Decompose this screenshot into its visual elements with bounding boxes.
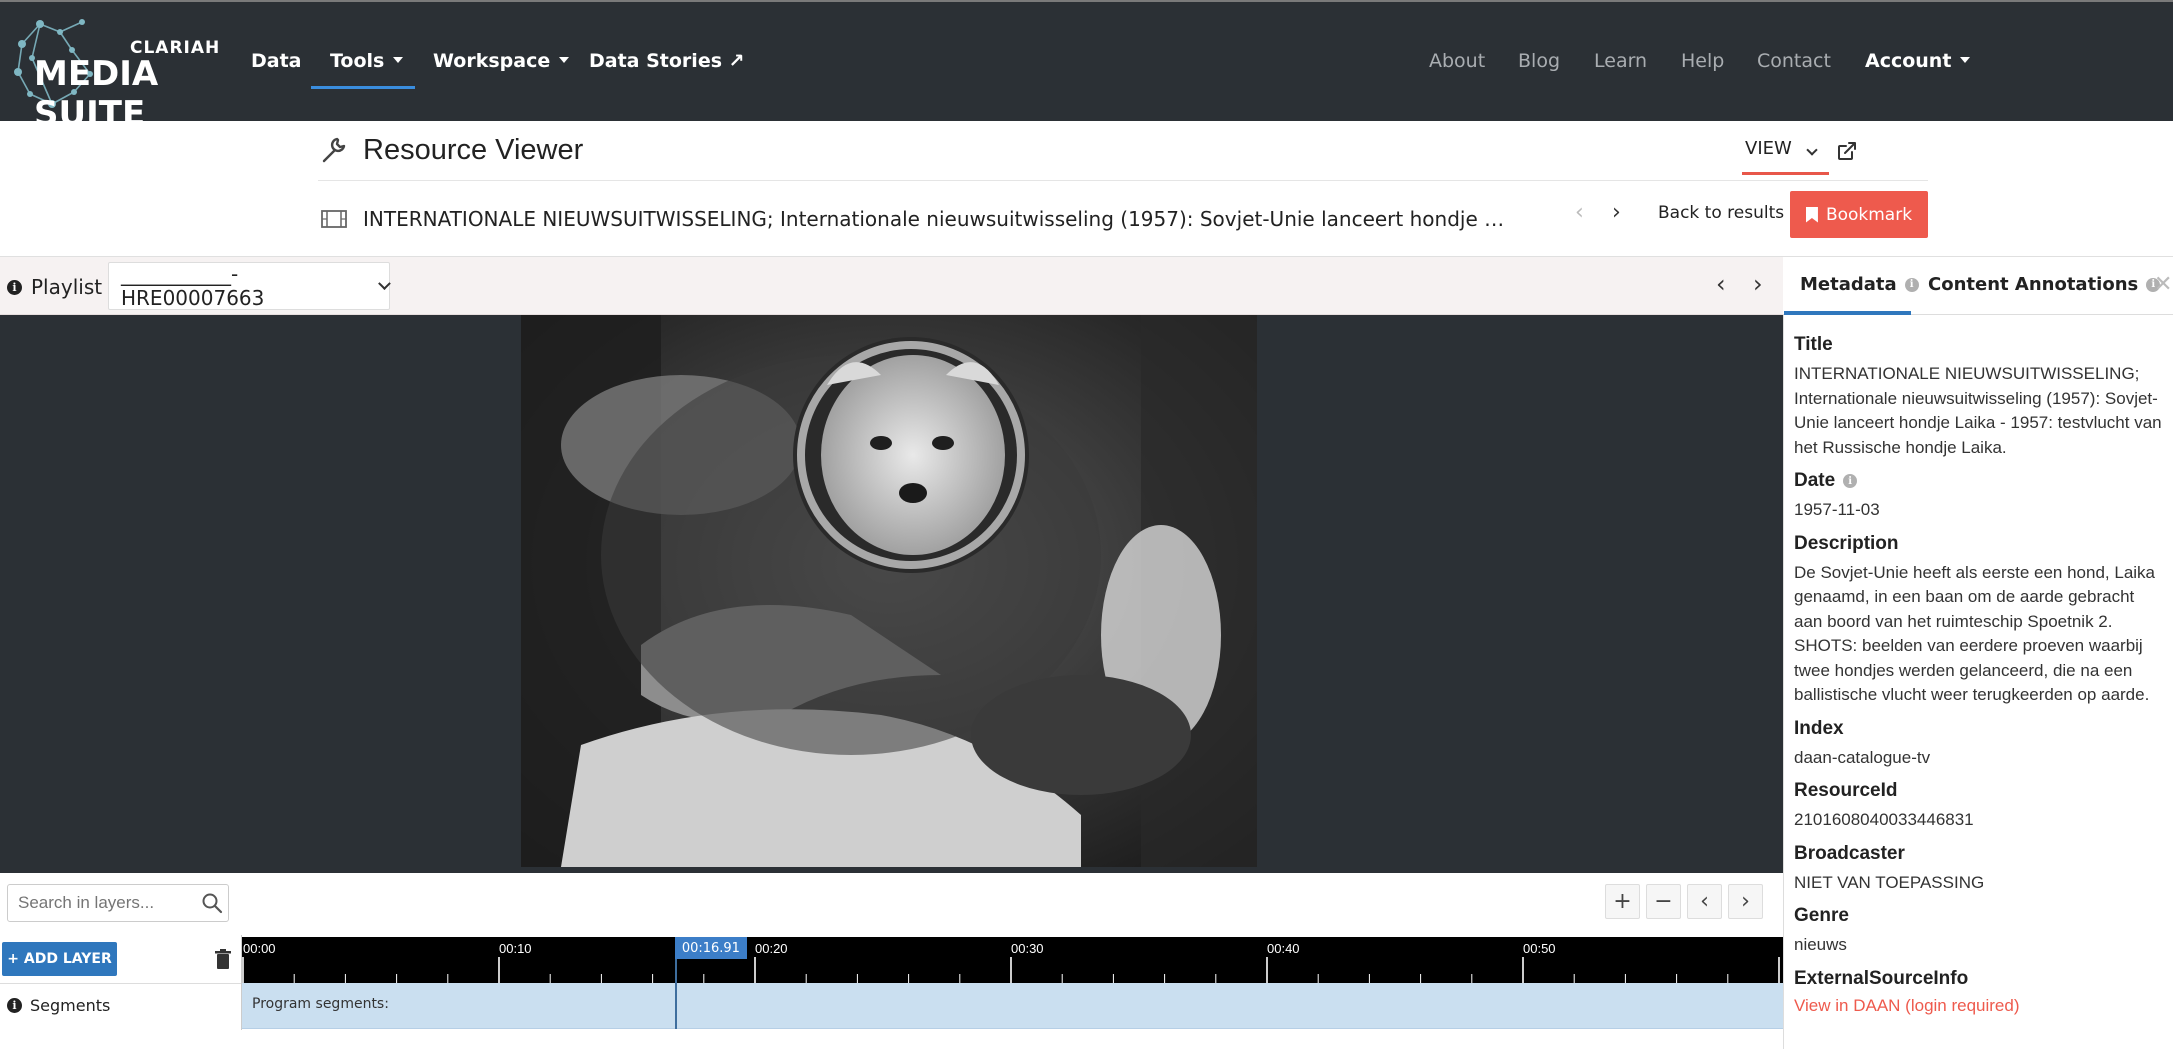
meta-description-label: Description — [1794, 532, 1899, 554]
timeline-scroll-right-button[interactable]: › — [1728, 884, 1763, 919]
view-in-daan-link[interactable]: View in DAAN (login required) — [1794, 996, 2166, 1016]
segment-label: Program segments: — [252, 996, 389, 1012]
back-to-results-link[interactable]: Back to results — [1658, 203, 1784, 223]
nav-workspace-label: Workspace — [433, 50, 551, 72]
chevron-down-icon — [378, 277, 391, 290]
layer-segments[interactable]: i Segments — [7, 996, 110, 1015]
tab-content-annotations[interactable]: Content Annotations i — [1928, 274, 2161, 295]
ruler-tick-label: 00:10 — [499, 941, 532, 956]
meta-external-label: ExternalSourceInfo — [1794, 967, 1969, 989]
playlist-label: i Playlist — [7, 275, 102, 299]
tab-metadata[interactable]: Metadata i — [1800, 274, 1919, 295]
close-icon[interactable]: ✕ — [2154, 272, 2172, 297]
meta-date-value: 1957-11-03 — [1794, 500, 1880, 519]
meta-title-label: Title — [1794, 334, 1833, 355]
caret-down-icon — [559, 57, 570, 63]
timeline-footer — [0, 1030, 1783, 1049]
external-link-icon[interactable] — [1836, 140, 1858, 162]
nav-contact[interactable]: Contact — [1757, 50, 1831, 72]
info-icon[interactable]: i — [7, 998, 22, 1013]
page-title: Resource Viewer — [363, 134, 584, 166]
playlist-label-text: Playlist — [31, 275, 103, 299]
wrench-icon — [322, 137, 346, 163]
search-layers-input[interactable] — [7, 884, 229, 922]
ruler-tick-label: 00:50 — [1523, 941, 1556, 956]
meta-title-value: INTERNATIONALE NIEUWSUITWISSELING; Inter… — [1794, 364, 2162, 457]
ruler-tick-label: 00:20 — [755, 941, 788, 956]
active-tab-indicator — [1784, 311, 1911, 315]
nav-account[interactable]: Account — [1865, 50, 1971, 72]
meta-genre-label: Genre — [1794, 905, 1849, 926]
zoom-in-button[interactable]: + — [1605, 884, 1640, 919]
playhead-time: 00:16.91 — [674, 937, 747, 959]
playlist-selected-value: ___________-HRE00007663 — [121, 262, 265, 310]
info-icon[interactable]: i — [7, 279, 22, 295]
nav-help[interactable]: Help — [1681, 50, 1724, 72]
timeline-scroll-left-button[interactable]: ‹ — [1687, 884, 1722, 919]
meta-genre-value: nieuws — [1794, 935, 1847, 954]
chevron-down-icon — [1805, 144, 1818, 156]
meta-description-value: De Sovjet-Unie heeft als eerste een hond… — [1794, 562, 2156, 705]
info-icon[interactable]: i — [1843, 474, 1858, 488]
trash-icon[interactable] — [214, 948, 232, 970]
search-icon[interactable] — [200, 891, 224, 915]
bookmark-label: Bookmark — [1825, 204, 1913, 225]
nav-about[interactable]: About — [1429, 50, 1485, 72]
playlist-select[interactable]: ___________-HRE00007663 — [108, 262, 391, 310]
ruler-tick-label: 00:30 — [1011, 941, 1044, 956]
nav-account-label: Account — [1865, 50, 1952, 72]
video-still-image — [521, 315, 1257, 867]
top-navbar — [0, 0, 2173, 121]
playlist-prev-icon[interactable]: ‹ — [1716, 270, 1726, 298]
chevron-right-icon: › — [1741, 889, 1750, 914]
meta-index-label: Index — [1794, 717, 1844, 739]
segments-track[interactable] — [242, 983, 1783, 1029]
nav-workspace[interactable]: Workspace — [433, 50, 570, 72]
meta-date-label: Date i — [1794, 470, 2166, 492]
tab-content-annotations-label: Content Annotations — [1928, 274, 2139, 295]
meta-index-value: daan-catalogue-tv — [1794, 747, 1931, 767]
view-dropdown-underline — [1742, 172, 1829, 175]
layer-divider — [0, 983, 242, 984]
video-frame[interactable] — [521, 315, 1257, 867]
info-icon[interactable]: i — [1904, 277, 1919, 292]
view-dropdown[interactable]: VIEW — [1745, 138, 1818, 159]
playlist-next-icon[interactable]: › — [1753, 270, 1763, 298]
metadata-list: Title INTERNATIONALE NIEUWSUITWISSELING;… — [1794, 324, 2166, 1016]
view-label: VIEW — [1745, 138, 1792, 159]
bookmark-icon — [1805, 206, 1818, 223]
ruler-tick-label: 00:40 — [1267, 941, 1300, 956]
add-layer-button[interactable]: + ADD LAYER — [2, 942, 117, 976]
meta-broadcaster-label: Broadcaster — [1794, 842, 1905, 864]
header-divider — [318, 180, 1928, 181]
timeline-controls — [0, 873, 1783, 935]
ruler-tick-label: 00:00 — [243, 941, 276, 956]
layer-segments-label: Segments — [30, 996, 111, 1015]
minus-icon: − — [1654, 889, 1673, 914]
chevron-left-icon: ‹ — [1700, 889, 1709, 914]
nav-data-stories[interactable]: Data Stories ↗ — [589, 50, 745, 72]
meta-date-label-text: Date — [1794, 470, 1836, 491]
next-result-icon[interactable]: › — [1612, 200, 1621, 225]
caret-down-icon — [393, 57, 404, 63]
nav-blog[interactable]: Blog — [1518, 50, 1560, 72]
meta-broadcaster-value: NIET VAN TOEPASSING — [1794, 872, 1985, 892]
film-icon — [321, 210, 347, 228]
nav-tools-label: Tools — [330, 50, 385, 72]
caret-down-icon — [1960, 57, 1971, 63]
zoom-out-button[interactable]: − — [1646, 884, 1681, 919]
tab-metadata-label: Metadata — [1800, 274, 1897, 295]
resource-title: INTERNATIONALE NIEUWSUITWISSELING; Inter… — [363, 207, 1513, 231]
meta-resourceid-label: ResourceId — [1794, 780, 1898, 801]
nav-tools[interactable]: Tools — [330, 50, 404, 72]
meta-resourceid-value: 2101608040033446831 — [1794, 810, 1974, 829]
bookmark-button[interactable]: Bookmark — [1790, 191, 1928, 238]
nav-learn[interactable]: Learn — [1594, 50, 1647, 72]
previous-result-icon[interactable]: ‹ — [1575, 200, 1584, 225]
active-nav-indicator — [311, 86, 415, 89]
nav-data[interactable]: Data — [251, 50, 302, 72]
timeline-ruler[interactable]: 00:00 00:10 00:20 00:30 00:40 00:50 — [242, 937, 1783, 983]
plus-icon: + — [1613, 889, 1632, 914]
media-suite-logo[interactable]: CLARIAH MEDIA SUITE — [12, 14, 219, 134]
